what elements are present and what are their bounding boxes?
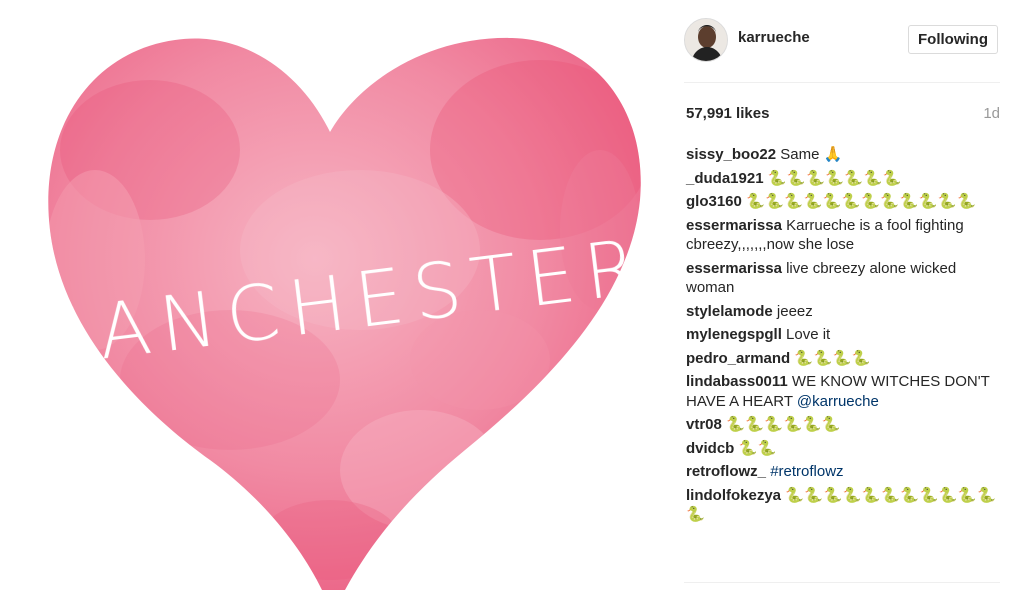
comment-list: sissy_boo22 Same 🙏 _duda1921 🐍🐍🐍🐍🐍🐍🐍 glo… <box>686 145 1002 529</box>
post-author-username[interactable]: karrueche <box>738 29 810 46</box>
following-button[interactable]: Following <box>908 25 998 54</box>
post-header: karrueche Following <box>684 16 1000 64</box>
comment-item: retroflowz_ #retroflowz <box>686 462 1002 482</box>
snake-emoji: 🐍🐍 <box>738 439 777 457</box>
comment-item: _duda1921 🐍🐍🐍🐍🐍🐍🐍 <box>686 169 1002 189</box>
comment-text: Love it <box>786 326 831 343</box>
snake-emoji: 🐍🐍🐍🐍🐍🐍🐍 <box>767 169 902 187</box>
comment-username[interactable]: sissy_boo22 <box>686 146 776 163</box>
comment-item: essermarissa live cbreezy alone wicked w… <box>686 259 1002 298</box>
watercolor-heart-illustration: MANCHESTER <box>18 37 652 590</box>
hashtag-link[interactable]: #retroflowz <box>770 463 843 480</box>
snake-emoji: 🐍🐍🐍🐍🐍🐍 <box>726 416 842 433</box>
praying-hands-emoji: 🙏 <box>823 146 843 163</box>
comment-item: lindolfokezya 🐍🐍🐍🐍🐍🐍🐍🐍🐍🐍🐍🐍 <box>686 486 1002 525</box>
comment-item: sissy_boo22 Same 🙏 <box>686 145 1002 165</box>
comment-username[interactable]: essermarissa <box>686 260 782 277</box>
comment-item: essermarissa Karrueche is a fool fightin… <box>686 216 1002 255</box>
post-image[interactable]: MANCHESTER <box>0 0 666 590</box>
comment-item: stylelamode jeeez <box>686 302 1002 322</box>
comment-username[interactable]: lindabass0011 <box>686 373 788 390</box>
header-divider <box>684 82 1000 83</box>
comment-username[interactable]: mylenegspgll <box>686 326 782 343</box>
footer-divider <box>684 582 1000 583</box>
snake-emoji: 🐍🐍🐍🐍🐍🐍🐍🐍🐍🐍🐍🐍 <box>746 193 977 210</box>
snake-emoji: 🐍🐍🐍🐍 <box>794 349 872 367</box>
post-sidebar: karrueche Following 57,991 likes 1d siss… <box>666 0 1010 590</box>
post-stats: 57,991 likes 1d <box>686 105 1000 125</box>
comment-username[interactable]: retroflowz_ <box>686 463 766 480</box>
comment-username[interactable]: pedro_armand <box>686 350 790 367</box>
comment-username[interactable]: stylelamode <box>686 303 773 320</box>
avatar[interactable] <box>684 18 728 62</box>
comment-item: vtr08 🐍🐍🐍🐍🐍🐍 <box>686 415 1002 435</box>
comment-username[interactable]: dvidcb <box>686 440 734 457</box>
comment-username[interactable]: vtr08 <box>686 416 722 433</box>
user-avatar-icon <box>685 19 727 61</box>
comment-username[interactable]: _duda1921 <box>686 170 764 187</box>
comment-text: Same <box>780 146 820 163</box>
comment-item: dvidcb 🐍🐍 <box>686 439 1002 459</box>
comment-item: glo3160 🐍🐍🐍🐍🐍🐍🐍🐍🐍🐍🐍🐍 <box>686 192 1002 212</box>
comment-item: lindabass0011 WE KNOW WITCHES DON'T HAVE… <box>686 372 1002 411</box>
user-mention-link[interactable]: @karrueche <box>797 393 879 410</box>
likes-count[interactable]: 57,991 likes <box>686 105 769 122</box>
comment-text: jeeez <box>776 302 813 320</box>
comment-item: mylenegspgll Love it <box>686 325 1002 345</box>
comment-username[interactable]: glo3160 <box>686 193 742 210</box>
comment-username[interactable]: essermarissa <box>686 217 782 234</box>
comment-username[interactable]: lindolfokezya <box>686 487 781 504</box>
post-age[interactable]: 1d <box>983 105 1000 122</box>
comment-item: pedro_armand 🐍🐍🐍🐍 <box>686 349 1002 369</box>
